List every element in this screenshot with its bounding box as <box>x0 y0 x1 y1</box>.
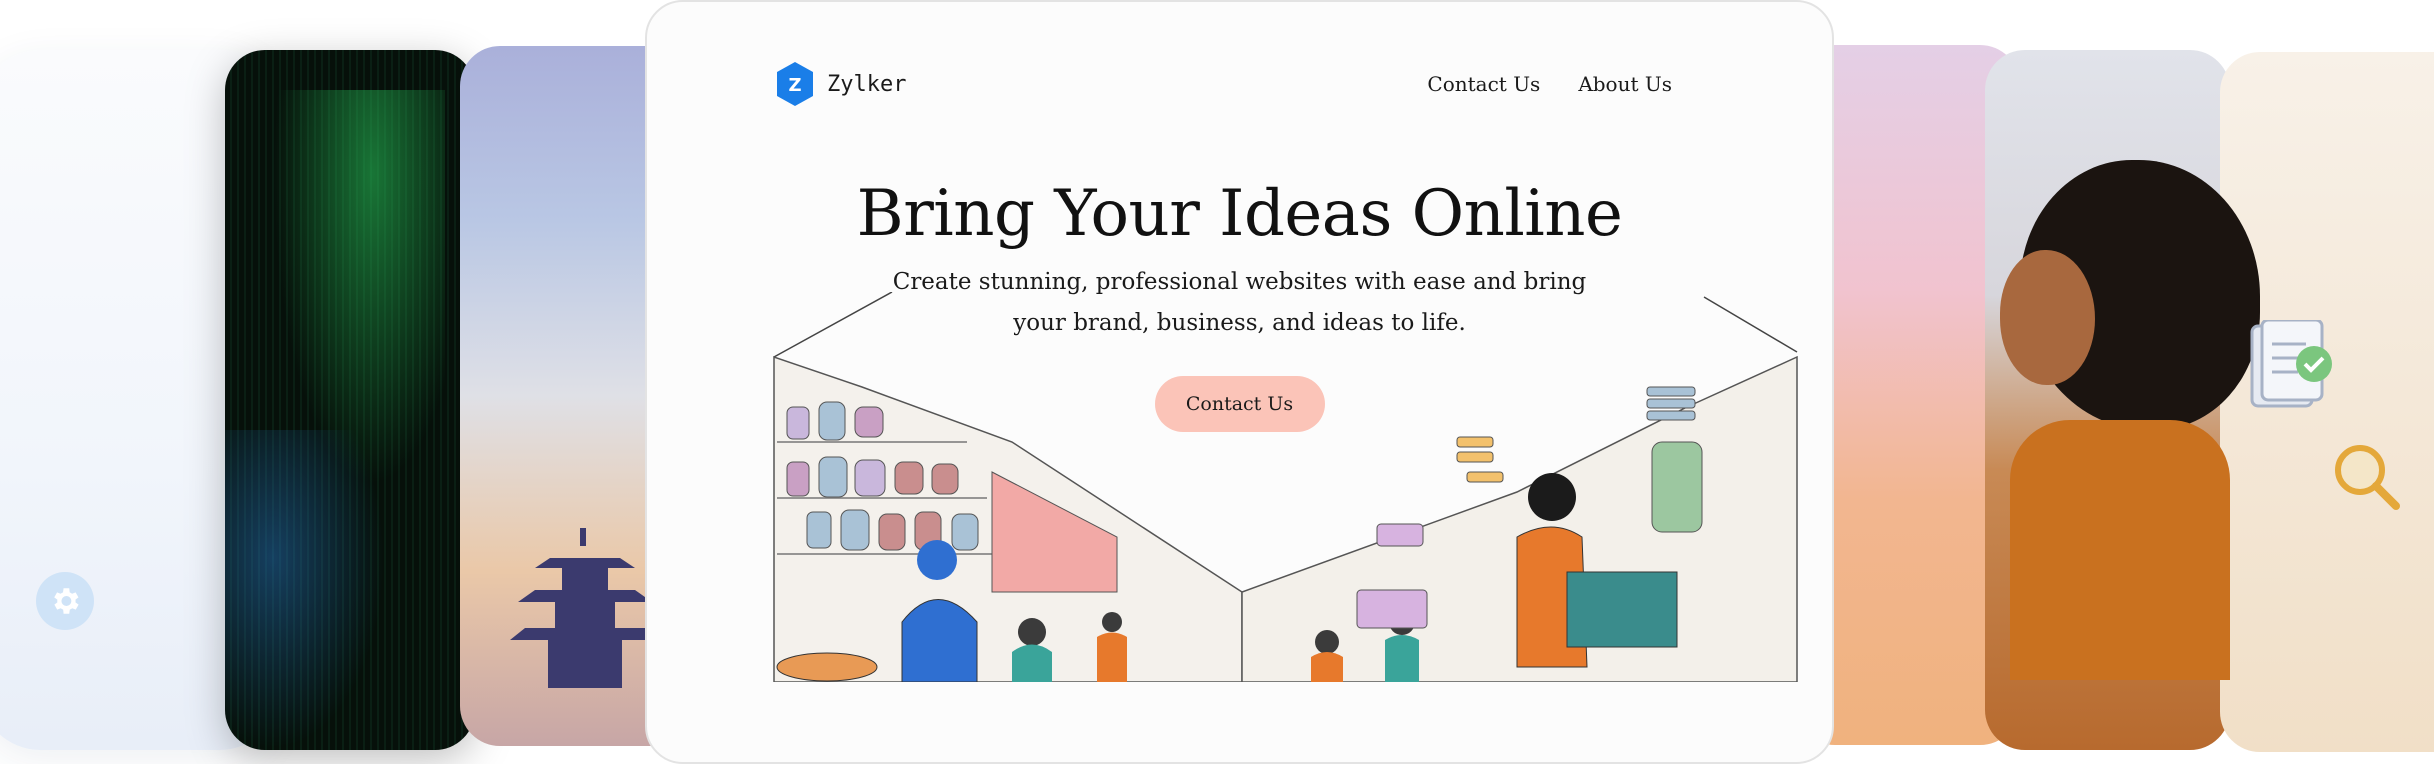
pagoda-illustration <box>510 528 660 688</box>
website-preview-card: Z Zylker Contact Us About Us Bring Your … <box>645 0 1834 764</box>
gear-icon <box>36 572 94 630</box>
contact-us-button[interactable]: Contact Us <box>1154 376 1325 432</box>
hero-subtitle: Create stunning, professional websites w… <box>892 269 1587 336</box>
document-check-icon <box>2250 320 2332 408</box>
zylker-logo-icon: Z <box>777 62 813 106</box>
brand-name: Zylker <box>827 71 907 97</box>
portrait-face <box>2000 250 2095 385</box>
magnifier-icon <box>2335 445 2400 510</box>
nav-links: Contact Us About Us <box>1427 72 1672 96</box>
brand-logo[interactable]: Z Zylker <box>775 62 906 106</box>
portrait-shirt <box>2010 420 2230 680</box>
template-card-matrix[interactable] <box>225 50 475 750</box>
svg-text:Z: Z <box>788 75 801 96</box>
hero-title: Bring Your Ideas Online <box>856 177 1623 251</box>
top-navigation: Z Zylker Contact Us About Us <box>647 62 1832 112</box>
nav-link-contact-us[interactable]: Contact Us <box>1427 72 1540 96</box>
nav-link-about-us[interactable]: About Us <box>1578 72 1672 96</box>
marketplace-illustration <box>773 292 1798 682</box>
